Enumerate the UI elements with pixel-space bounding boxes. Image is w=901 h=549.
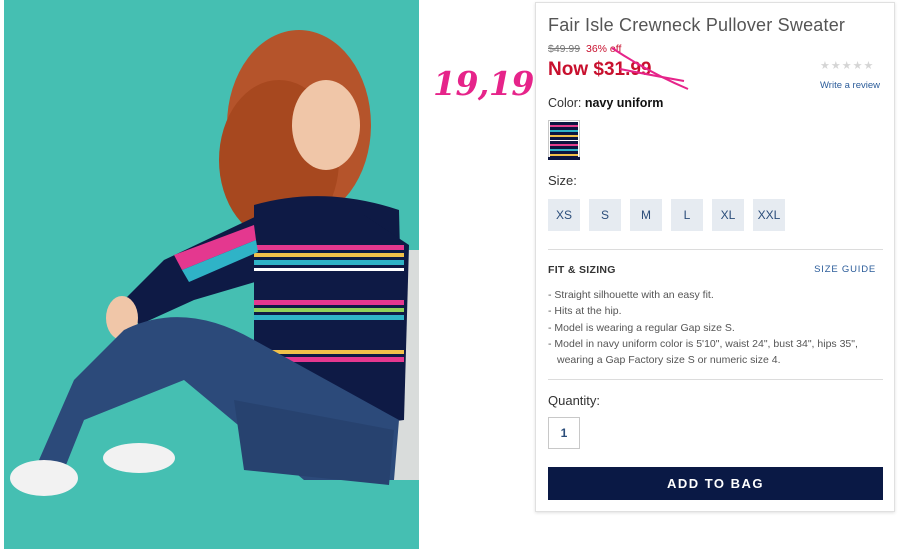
color-label-row: Color: navy uniform (548, 96, 663, 110)
fit-detail-item: - Straight silhouette with an easy fit. (548, 289, 714, 301)
size-option-xxl[interactable]: XXL (753, 199, 785, 231)
size-option-l[interactable]: L (671, 199, 703, 231)
discount-label: 36% off (586, 43, 622, 55)
fit-details-list: - Straight silhouette with an easy fit. … (548, 287, 883, 368)
original-price: $49.99 (548, 43, 581, 55)
size-option-s[interactable]: S (589, 199, 621, 231)
handwritten-price-annotation: 19,19 (433, 64, 534, 103)
product-photo[interactable] (4, 0, 419, 549)
selected-swatch-indicator (548, 157, 580, 160)
size-label: Size: (548, 173, 577, 188)
add-to-bag-button[interactable]: ADD TO BAG (548, 467, 883, 500)
selected-color-name: navy uniform (584, 96, 664, 110)
quantity-label: Quantity: (548, 393, 601, 408)
fair-isle-swatch-icon (550, 122, 578, 158)
write-review-link[interactable]: Write a review (820, 80, 880, 91)
product-details-card: Fair Isle Crewneck Pullover Sweater $49.… (535, 2, 895, 512)
fit-detail-item: - Hits at the hip. (548, 305, 622, 318)
fit-detail-item: - Model is wearing a regular Gap size S. (548, 321, 735, 334)
size-option-m[interactable]: M (630, 199, 662, 231)
divider (548, 249, 883, 250)
color-swatch-navy-uniform[interactable] (548, 120, 580, 160)
fit-sizing-heading: FIT & SIZING (548, 264, 616, 276)
rating-stars-icon[interactable]: ★★★★★ (820, 59, 874, 72)
divider (548, 379, 883, 380)
product-title: Fair Isle Crewneck Pullover Sweater (548, 15, 846, 35)
model-illustration (4, 0, 419, 549)
size-option-xl[interactable]: XL (712, 199, 744, 231)
size-option-xs[interactable]: XS (548, 199, 580, 231)
size-options: XS S M L XL XXL (548, 199, 785, 231)
fit-detail-item: - Model in navy uniform color is 5'10", … (548, 337, 858, 367)
size-guide-link[interactable]: SIZE GUIDE (814, 264, 876, 275)
color-label: Color: (548, 96, 582, 110)
sale-price: Now $31.99 (548, 59, 652, 80)
quantity-selector[interactable]: 1 (548, 417, 580, 449)
